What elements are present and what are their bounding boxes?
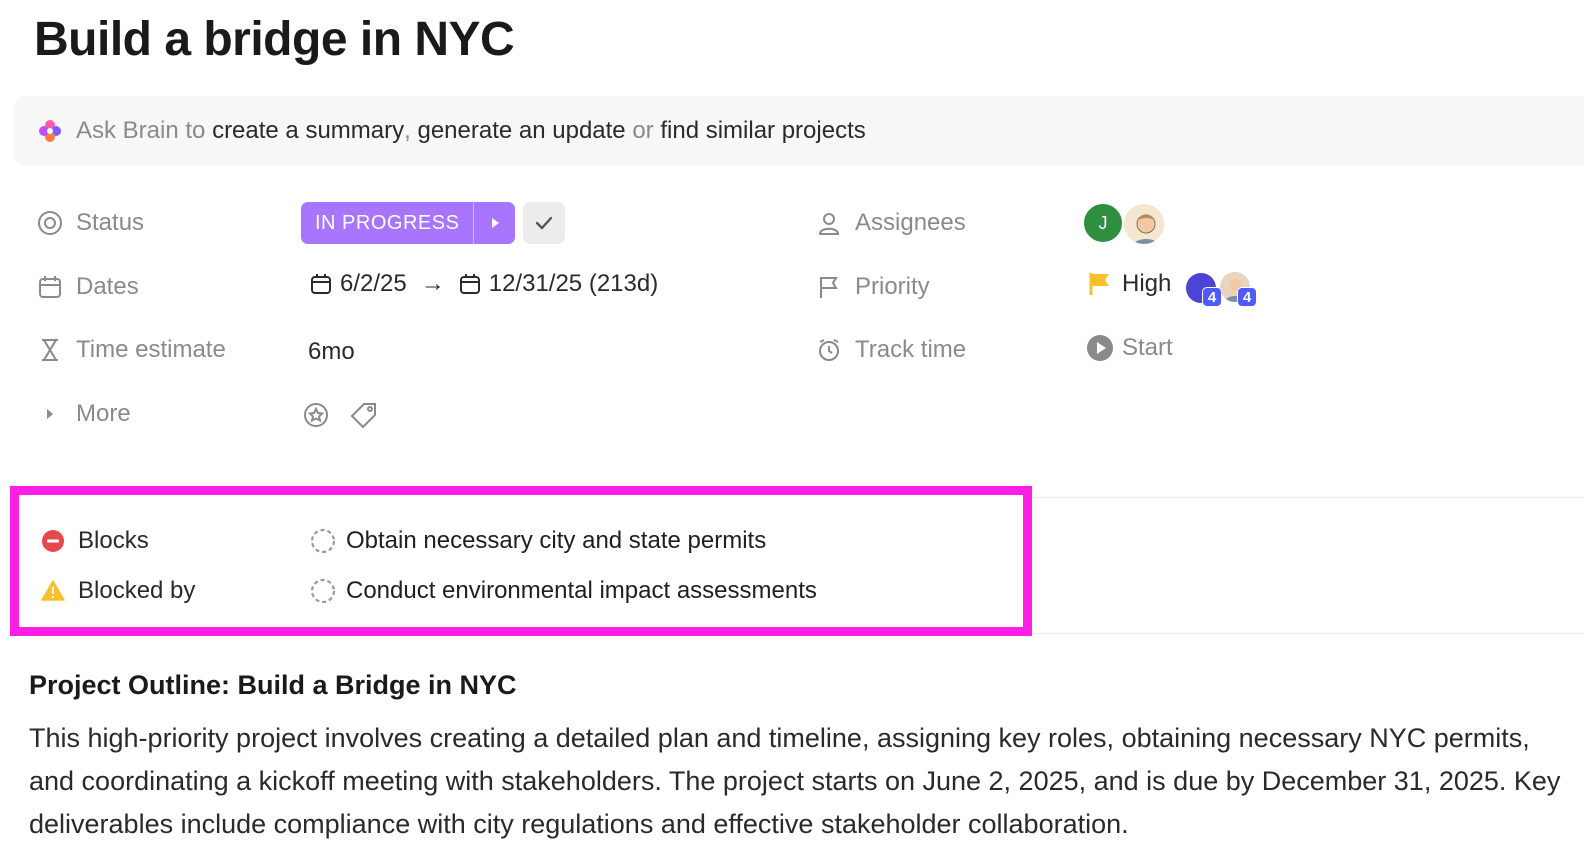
priority-value[interactable]: High — [1088, 270, 1171, 298]
more-toggle[interactable]: More — [36, 400, 131, 428]
find-similar-link[interactable]: find similar projects — [660, 117, 865, 145]
priority-label: Priority — [855, 273, 930, 300]
ask-brain-prefix: Ask Brain to — [76, 117, 206, 144]
status-icon — [36, 209, 64, 237]
priority-text[interactable]: High — [1122, 270, 1171, 298]
dates-value[interactable]: 6/2/25 → 12/31/25 (213d) — [310, 270, 658, 298]
watcher-count-badge-2: 4 — [1237, 287, 1257, 307]
flag-filled-icon — [1089, 273, 1109, 295]
start-date[interactable]: 6/2/25 — [340, 270, 407, 298]
blocked-stop-icon — [40, 528, 66, 554]
assignees-label: Assignees — [855, 209, 966, 236]
task-status-circle-icon — [310, 528, 336, 554]
hourglass-icon — [36, 336, 64, 364]
or-text: or — [632, 117, 654, 144]
outline-heading[interactable]: Project Outline: Build a Bridge in NYC — [29, 670, 517, 701]
assignees-field-label: Assignees — [815, 209, 966, 237]
status-field-label: Status — [36, 209, 144, 237]
start-label[interactable]: Start — [1122, 334, 1173, 362]
time-estimate-field-label: Time estimate — [36, 336, 226, 364]
user-icon — [815, 209, 843, 237]
watcher-count-badge-1: 4 — [1202, 287, 1222, 307]
tag-icon[interactable] — [350, 401, 378, 429]
avatar-j[interactable]: J — [1082, 202, 1124, 244]
next-status-arrow-icon[interactable] — [473, 202, 515, 244]
brain-icon — [39, 120, 61, 142]
priority-field-label: Priority — [815, 273, 930, 301]
blocks-task-name[interactable]: Obtain necessary city and state permits — [346, 527, 766, 555]
divider-bottom — [1030, 633, 1584, 634]
track-time-label: Track time — [855, 336, 967, 363]
alarm-clock-icon — [815, 336, 843, 364]
play-icon — [1087, 335, 1113, 361]
end-date[interactable]: 12/31/25 (213d) — [489, 270, 658, 298]
blocked-by-task-name[interactable]: Conduct environmental impact assessments — [346, 577, 817, 605]
warning-icon — [40, 578, 66, 604]
divider-top — [1030, 497, 1584, 498]
ask-brain-bar[interactable]: Ask Brain to create a summary , generate… — [14, 96, 1584, 166]
dependencies-highlight — [10, 486, 1032, 636]
end-calendar-icon — [459, 274, 480, 294]
more-icons — [302, 401, 378, 429]
time-estimate-label: Time estimate — [76, 336, 226, 363]
dates-label: Dates — [76, 273, 139, 300]
blocks-label: Blocks — [78, 527, 149, 554]
create-summary-link[interactable]: create a summary — [212, 117, 404, 145]
status-value[interactable]: IN PROGRESS — [301, 202, 473, 244]
page-title[interactable]: Build a bridge in NYC — [34, 10, 515, 70]
blocked-by-label: Blocked by — [78, 577, 196, 604]
status-label: Status — [76, 209, 145, 236]
track-time-field-label: Track time — [815, 336, 966, 364]
status-pill[interactable]: IN PROGRESS — [301, 202, 516, 244]
task-status-circle-icon — [310, 578, 336, 604]
blocked-by-row-label: Blocked by — [40, 577, 195, 605]
date-arrow: → — [420, 270, 445, 297]
flag-outline-icon — [815, 273, 843, 301]
start-timer-button[interactable]: Start — [1086, 334, 1173, 362]
start-calendar-icon — [311, 274, 331, 294]
caret-right-icon — [36, 400, 64, 428]
generate-update-link[interactable]: generate an update — [417, 117, 625, 145]
badge-icon[interactable] — [302, 401, 330, 429]
blocks-row-label: Blocks — [40, 527, 149, 555]
blocked-by-task[interactable]: Conduct environmental impact assessments — [310, 577, 817, 605]
time-estimate-value[interactable]: 6mo — [308, 338, 355, 366]
separator: , — [404, 117, 411, 144]
complete-check-button[interactable] — [523, 202, 565, 244]
outline-body[interactable]: This high-priority project involves crea… — [29, 717, 1569, 846]
avatar-user[interactable] — [1122, 202, 1166, 246]
dates-field-label: Dates — [36, 273, 139, 301]
calendar-icon — [36, 273, 64, 301]
more-label[interactable]: More — [76, 400, 131, 428]
check-icon — [535, 216, 553, 230]
blocks-task[interactable]: Obtain necessary city and state permits — [310, 527, 766, 555]
